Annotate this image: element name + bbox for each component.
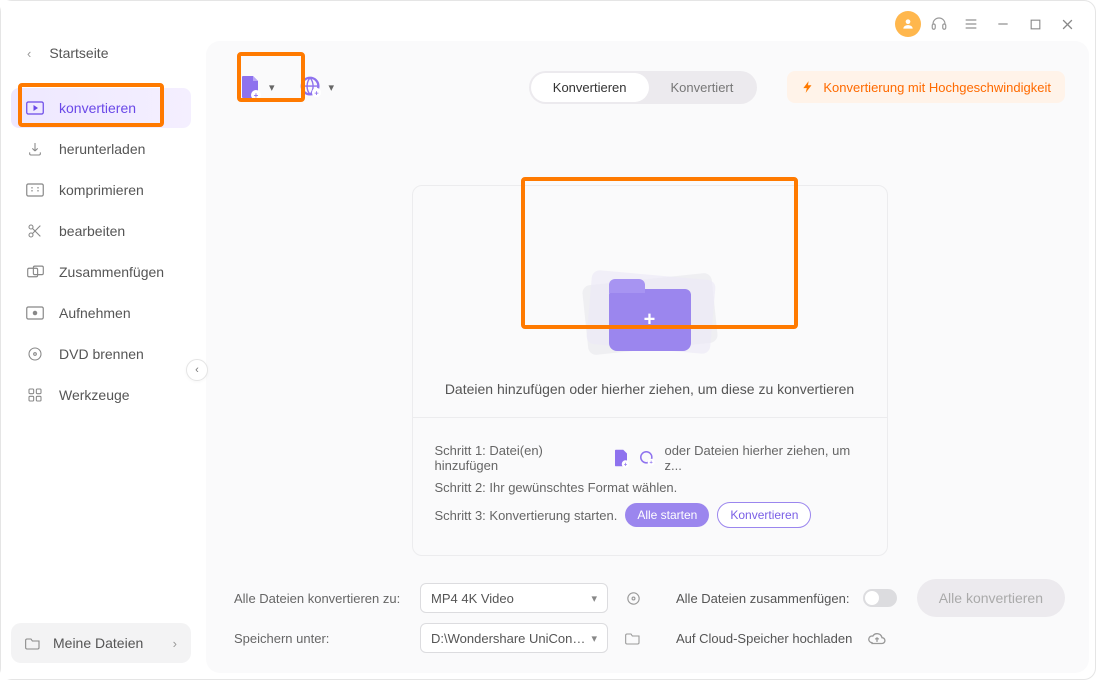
sidebar-item-record[interactable]: Aufnehmen xyxy=(11,293,191,333)
folder-add-icon: + xyxy=(609,289,691,351)
sidebar-item-label: komprimieren xyxy=(59,182,144,198)
save-path-select[interactable]: D:\Wondershare UniConverter ▾ xyxy=(420,623,608,653)
add-url-button[interactable]: + ▾ xyxy=(293,71,341,103)
chevron-right-icon: › xyxy=(173,636,177,651)
compress-icon xyxy=(25,180,45,200)
close-button[interactable] xyxy=(1053,10,1081,38)
dropzone-art: + xyxy=(413,186,887,381)
main-panel: + ▾ + ▾ Konvertieren Konvertiert Konvert… xyxy=(206,41,1089,673)
toolbar: + ▾ + ▾ Konvertieren Konvertiert Konvert… xyxy=(234,57,1065,117)
bolt-icon xyxy=(801,79,815,95)
grid-icon xyxy=(25,385,45,405)
chevron-down-icon: ▾ xyxy=(591,592,597,605)
home-label: Startseite xyxy=(49,45,108,61)
sidebar-item-tools[interactable]: Werkzeuge xyxy=(11,375,191,415)
svg-text:+: + xyxy=(624,462,628,468)
settings-icon[interactable] xyxy=(622,587,644,609)
convert-button[interactable]: Konvertieren xyxy=(717,502,811,528)
svg-text:+: + xyxy=(650,460,653,466)
format-value: MP4 4K Video xyxy=(431,591,514,606)
convert-icon xyxy=(25,98,45,118)
chevron-left-icon: ‹ xyxy=(27,46,31,61)
sidebar-item-merge[interactable]: Zusammenfügen xyxy=(11,252,191,292)
add-file-button[interactable]: + ▾ xyxy=(234,72,279,102)
sidebar-item-label: konvertieren xyxy=(59,100,136,116)
menu-icon[interactable] xyxy=(957,10,985,38)
format-select[interactable]: MP4 4K Video ▾ xyxy=(420,583,608,613)
step1-suffix: oder Dateien hierher ziehen, um z... xyxy=(664,443,864,473)
sidebar-item-convert[interactable]: konvertieren xyxy=(11,88,191,128)
cloud-upload-icon[interactable] xyxy=(866,627,888,649)
chevron-down-icon: ▾ xyxy=(591,632,597,645)
home-link[interactable]: ‹ Startseite xyxy=(11,39,191,81)
step1-prefix: Schritt 1: Datei(en) hinzufügen xyxy=(435,443,605,473)
file-add-icon: + xyxy=(612,448,630,468)
url-add-icon: + xyxy=(638,449,656,467)
dropzone-steps: Schritt 1: Datei(en) hinzufügen + + oder… xyxy=(413,417,887,555)
convert-all-button[interactable]: Alle konvertieren xyxy=(917,579,1065,617)
support-icon[interactable] xyxy=(925,10,953,38)
disc-icon xyxy=(25,344,45,364)
sidebar-item-label: Werkzeuge xyxy=(59,387,130,403)
maximize-button[interactable] xyxy=(1021,10,1049,38)
chevron-down-icon: ▾ xyxy=(269,81,275,94)
merge-icon xyxy=(25,262,45,282)
svg-text:+: + xyxy=(254,91,259,100)
sidebar-item-edit[interactable]: bearbeiten xyxy=(11,211,191,251)
sidebar-item-download[interactable]: herunterladen xyxy=(11,129,191,169)
scissors-icon xyxy=(25,221,45,241)
step2-text: Schritt 2: Ihr gewünschtes Format wählen… xyxy=(435,480,678,495)
my-files-button[interactable]: Meine Dateien › xyxy=(11,623,191,663)
sidebar-item-label: bearbeiten xyxy=(59,223,125,239)
sidebar-item-compress[interactable]: komprimieren xyxy=(11,170,191,210)
titlebar xyxy=(881,1,1095,47)
footer: Alle Dateien konvertieren zu: MP4 4K Vid… xyxy=(234,573,1065,659)
folder-icon xyxy=(25,636,41,650)
tab-switch: Konvertieren Konvertiert xyxy=(529,71,758,104)
sidebar: ‹ Startseite konvertieren herunterladen … xyxy=(1,1,201,679)
save-label: Speichern unter: xyxy=(234,631,406,646)
dropzone[interactable]: + Dateien hinzufügen oder hierher ziehen… xyxy=(412,185,888,556)
step3-prefix: Schritt 3: Konvertierung starten. xyxy=(435,508,618,523)
svg-text:+: + xyxy=(314,88,319,97)
sidebar-item-label: Zusammenfügen xyxy=(59,264,164,280)
download-icon xyxy=(25,139,45,159)
high-speed-label: Konvertierung mit Hochgeschwindigkeit xyxy=(823,80,1051,95)
avatar-icon[interactable] xyxy=(895,11,921,37)
tab-convert[interactable]: Konvertieren xyxy=(531,73,649,102)
sidebar-item-label: herunterladen xyxy=(59,141,145,157)
format-label: Alle Dateien konvertieren zu: xyxy=(234,591,406,606)
sidebar-item-label: Aufnehmen xyxy=(59,305,131,321)
file-add-icon: + xyxy=(238,74,262,100)
chevron-down-icon: ▾ xyxy=(329,81,335,94)
sidebar-item-dvd[interactable]: DVD brennen xyxy=(11,334,191,374)
tab-converted[interactable]: Konvertiert xyxy=(649,73,756,102)
high-speed-button[interactable]: Konvertierung mit Hochgeschwindigkeit xyxy=(787,71,1065,103)
collapse-handle[interactable]: ‹ xyxy=(186,359,208,381)
dropzone-message: Dateien hinzufügen oder hierher ziehen, … xyxy=(413,381,887,417)
merge-toggle[interactable] xyxy=(863,589,897,607)
merge-label: Alle Dateien zusammenfügen: xyxy=(676,591,849,606)
record-icon xyxy=(25,303,45,323)
open-folder-icon[interactable] xyxy=(622,627,644,649)
nav: konvertieren herunterladen komprimieren … xyxy=(11,87,191,416)
url-add-icon: + xyxy=(299,75,323,99)
cloud-label: Auf Cloud-Speicher hochladen xyxy=(676,631,852,646)
minimize-button[interactable] xyxy=(989,10,1017,38)
start-all-button[interactable]: Alle starten xyxy=(625,503,709,527)
sidebar-item-label: DVD brennen xyxy=(59,346,144,362)
save-path-value: D:\Wondershare UniConverter xyxy=(431,631,591,646)
my-files-label: Meine Dateien xyxy=(53,635,143,651)
